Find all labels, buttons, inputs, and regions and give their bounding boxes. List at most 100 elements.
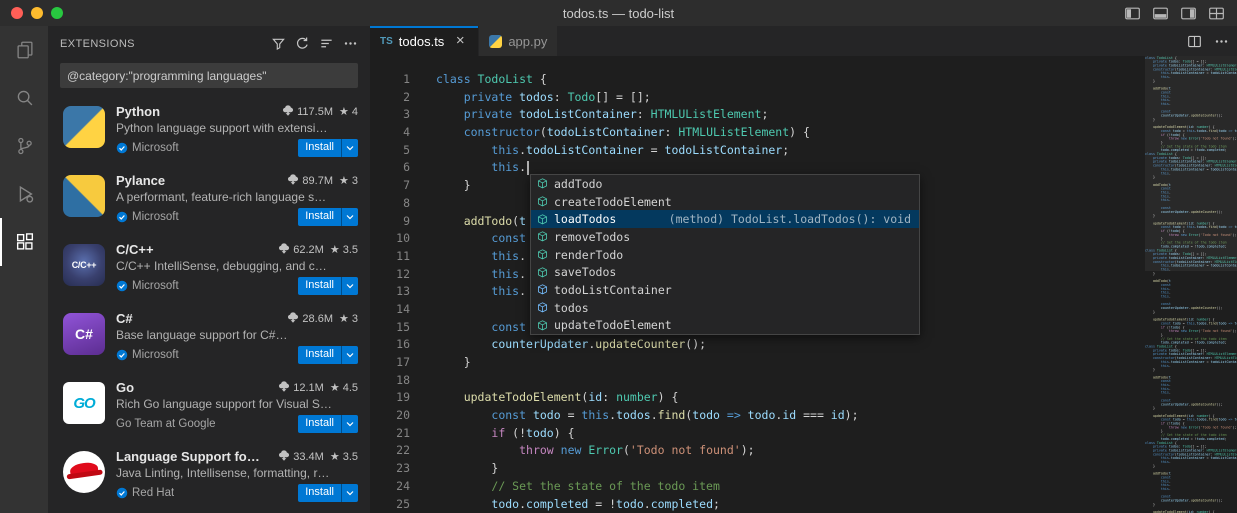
toggle-panel-icon[interactable] [1152,5,1169,22]
install-button[interactable]: Install [298,346,358,364]
editor-group: TS todos.ts × app.py 1class TodoList {2 pri… [370,26,1237,513]
rating-value: 3 [352,175,358,187]
customize-layout-icon[interactable] [1208,5,1225,22]
close-window-button[interactable] [11,7,23,19]
install-button[interactable]: Install [298,277,358,295]
downloads-icon [278,242,290,257]
star-icon: ★ [330,243,340,256]
extension-list-item[interactable]: Pylance89.7M★3A performant, feature-rich… [48,165,370,234]
symbol-method-icon [536,213,554,226]
line-number: 14 [370,301,410,319]
install-button[interactable]: Install [298,208,358,226]
downloads-count: 12.1M [293,382,324,394]
install-dropdown-chevron-icon[interactable] [342,208,358,226]
code-line: 24 // Set the state of the todo item [370,478,1237,496]
suggestion-item[interactable]: removeTodos [531,228,919,246]
tab-label: todos.ts [399,34,445,49]
install-button[interactable]: Install [298,139,358,157]
clear-search-results-icon[interactable] [319,36,334,51]
extensions-search-input[interactable] [60,69,358,83]
code-editor[interactable]: 1class TodoList {2 private todos: Todo[]… [370,56,1237,513]
extension-description: Base language support for C#… [116,327,358,344]
line-number: 24 [370,478,410,496]
downloads-icon [278,449,290,464]
extension-name: Python [116,104,160,119]
downloads-count: 33.4M [293,451,324,463]
line-number: 2 [370,89,410,107]
suggestion-item[interactable]: createTodoElement [531,193,919,211]
tab-app.py[interactable]: app.py [479,26,558,56]
activity-search-icon[interactable] [0,74,48,122]
pylance-logo-icon [63,175,105,217]
suggestion-item[interactable]: updateTodoElement [531,317,919,335]
suggestion-item[interactable]: todoListContainer [531,281,919,299]
install-dropdown-chevron-icon[interactable] [342,415,358,433]
zoom-window-button[interactable] [51,7,63,19]
extensions-search-box [60,63,358,88]
activity-explorer-icon[interactable] [0,26,48,74]
extension-description: A performant, feature-rich language s… [116,189,358,206]
more-actions-icon[interactable] [343,36,358,51]
symbol-method-icon [536,230,554,243]
downloads-count: 89.7M [302,175,333,187]
verified-publisher-icon [116,142,128,154]
line-number: 23 [370,460,410,478]
suggestion-item[interactable]: todos [531,299,919,317]
line-number: 15 [370,319,410,337]
tab-todos.ts[interactable]: TS todos.ts × [370,26,479,56]
code-line: 18 [370,372,1237,390]
red-hat-shape [69,461,99,478]
symbol-method-icon [536,248,554,261]
typescript-file-icon: TS [380,36,393,47]
activity-extensions-icon[interactable] [0,218,48,266]
install-button-label: Install [298,139,341,157]
publisher-name: Microsoft [132,349,179,361]
extension-list-item[interactable]: C/C++C/C++62.2M★3.5C/C++ IntelliSense, d… [48,234,370,303]
rating-value: 3.5 [343,244,358,256]
editor-actions [1187,26,1229,56]
minimap-slider[interactable] [1145,56,1237,271]
title-bar: todos.ts — todo-list [0,0,1237,26]
extension-list-item[interactable]: Python117.5M★4Python language support wi… [48,96,370,165]
install-button[interactable]: Install [298,484,358,502]
line-number: 3 [370,106,410,124]
toggle-secondary-sidebar-icon[interactable] [1180,5,1197,22]
editor-more-actions-icon[interactable] [1214,34,1229,49]
suggestion-item[interactable]: renderTodo [531,246,919,264]
extension-description: C/C++ IntelliSense, debugging, and c… [116,258,358,275]
extension-list-item[interactable]: GOGo12.1M★4.5Rich Go language support fo… [48,372,370,441]
line-number: 9 [370,213,410,231]
install-dropdown-chevron-icon[interactable] [342,277,358,295]
toggle-primary-sidebar-icon[interactable] [1124,5,1141,22]
install-dropdown-chevron-icon[interactable] [342,346,358,364]
extension-list-item[interactable]: Language Support fo…33.4M★3.5Java Lintin… [48,441,370,510]
install-button[interactable]: Install [298,415,358,433]
activity-source-control-icon[interactable] [0,122,48,170]
suggestion-item[interactable]: addTodo [531,175,919,193]
code-line: 17 } [370,354,1237,372]
suggestion-item[interactable]: loadTodos(method) TodoList.loadTodos(): … [531,210,919,228]
install-dropdown-chevron-icon[interactable] [342,484,358,502]
python-logo-icon [63,106,105,148]
line-number: 4 [370,124,410,142]
downloads-icon [282,104,294,119]
close-tab-icon[interactable]: × [452,33,468,49]
line-number: 25 [370,496,410,513]
minimap[interactable]: class TodoList { private todos: Todo[] =… [1145,56,1237,513]
extension-list-item[interactable]: C#C#28.6M★3Base language support for C#…… [48,303,370,372]
minimize-window-button[interactable] [31,7,43,19]
star-icon: ★ [339,174,349,187]
extension-name: C# [116,311,133,326]
extensions-sidebar: EXTENSIONS Python117.5M★4Python language… [48,26,370,513]
activity-run-debug-icon[interactable] [0,170,48,218]
extension-name: Go [116,380,134,395]
suggestion-item[interactable]: saveTodos [531,263,919,281]
filter-icon[interactable] [271,36,286,51]
downloads-count: 28.6M [302,313,333,325]
code-line: 2 private todos: Todo[] = []; [370,89,1237,107]
extension-name: Language Support fo… [116,449,260,464]
downloads-count: 62.2M [293,244,324,256]
install-dropdown-chevron-icon[interactable] [342,139,358,157]
refresh-icon[interactable] [295,36,310,51]
split-editor-icon[interactable] [1187,34,1202,49]
